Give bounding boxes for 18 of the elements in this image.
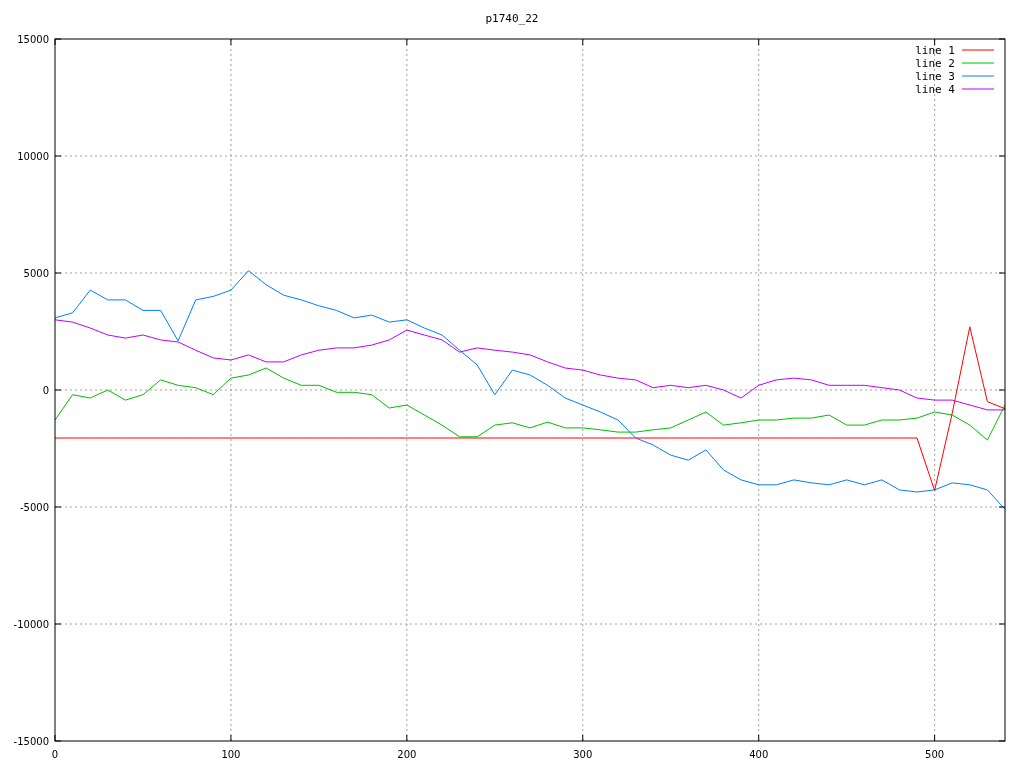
x-tick-label: 100 [221,749,241,760]
legend-label: line 3 [915,70,955,83]
y-tick-label: -5000 [19,502,49,513]
x-tick-label: 500 [925,749,945,760]
legend-label: line 1 [915,44,955,57]
legend-label: line 4 [915,83,955,96]
y-tick-label: -10000 [13,619,49,630]
legend-label: line 2 [915,57,955,70]
y-tick-label: 15000 [17,34,49,45]
y-tick-label: 10000 [17,151,49,162]
chart-title: p1740_22 [485,12,539,25]
y-tick-label: 0 [42,385,49,396]
y-tick-label: 5000 [23,268,49,279]
x-tick-label: 300 [573,749,593,760]
x-tick-label: 200 [397,749,417,760]
x-tick-label: 0 [51,749,59,760]
y-tick-label: -15000 [13,736,49,747]
x-tick-label: 400 [749,749,769,760]
